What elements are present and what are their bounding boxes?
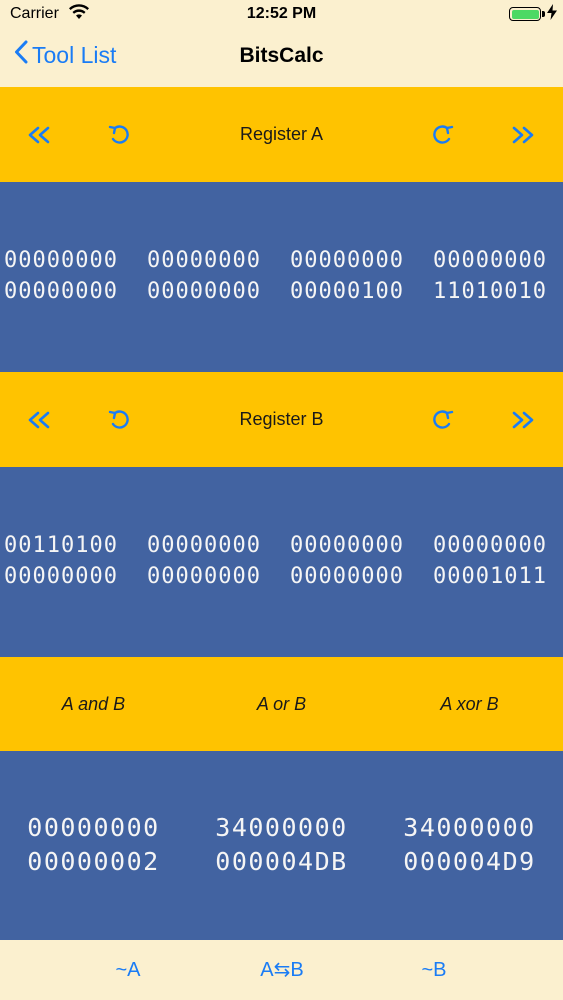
results-row-1: 00000000 34000000 34000000 <box>0 813 563 847</box>
not-b-button[interactable]: ~B <box>374 940 494 1000</box>
register-b-row-1: 00110100 00000000 00000000 00000000 <box>0 533 563 563</box>
register-b-row-2: 00000000 00000000 00000000 00001011 <box>0 564 563 594</box>
operations-header: A and B A or B A xor B <box>0 657 563 751</box>
xor-result-low: 000004D9 <box>403 847 536 876</box>
register-b-byte[interactable]: 00000000 <box>290 533 404 558</box>
and-result-low: 00000002 <box>27 847 160 876</box>
register-a-rotate-right-button[interactable] <box>414 87 470 182</box>
register-b-byte[interactable]: 00000000 <box>147 564 261 589</box>
register-a-byte[interactable]: 00000000 <box>4 248 118 273</box>
register-b-title: Register B <box>239 409 324 429</box>
register-a-title: Register A <box>239 124 324 144</box>
or-result-low: 000004DB <box>215 847 348 876</box>
register-b-byte[interactable]: 00000000 <box>433 533 547 558</box>
double-chevron-right-icon <box>512 411 534 428</box>
double-chevron-right-icon <box>512 126 534 143</box>
register-a-byte[interactable]: 00000000 <box>433 248 547 273</box>
register-b-byte[interactable]: 00000000 <box>290 564 404 589</box>
register-a-row-2: 00000000 00000000 00000100 11010010 <box>0 279 563 309</box>
and-result-high: 00000000 <box>27 813 160 842</box>
navigation-bar: Tool List BitsCalc <box>0 30 563 86</box>
register-a-byte[interactable]: 00000000 <box>147 248 261 273</box>
bottom-toolbar: ~A A⇆B ~B <box>0 940 563 1000</box>
swap-button[interactable]: A⇆B <box>222 940 342 1000</box>
or-operation-label[interactable]: A or B <box>188 657 375 751</box>
register-a-bits-panel[interactable]: 00000000 00000000 00000000 00000000 0000… <box>0 182 563 372</box>
register-b-byte[interactable]: 00000000 <box>4 564 118 589</box>
or-result-high: 34000000 <box>215 813 348 842</box>
register-a-shift-right-button[interactable] <box>494 87 550 182</box>
register-a-byte[interactable]: 00000000 <box>4 279 118 304</box>
register-b-header: Register B <box>0 372 563 467</box>
results-panel: 00000000 34000000 34000000 00000002 0000… <box>0 751 563 940</box>
register-b-rotate-right-button[interactable] <box>414 372 470 467</box>
register-a-byte[interactable]: 00000000 <box>147 279 261 304</box>
register-b-byte[interactable]: 00000000 <box>147 533 261 558</box>
status-bar: Carrier 12:52 PM <box>0 0 563 30</box>
charging-icon <box>547 4 557 24</box>
register-a-header: Register A <box>0 87 563 182</box>
clock: 12:52 PM <box>246 5 317 22</box>
register-a-byte[interactable]: 00000000 <box>290 248 404 273</box>
register-b-byte[interactable]: 00110100 <box>4 533 118 558</box>
xor-operation-label[interactable]: A xor B <box>376 657 563 751</box>
not-a-button[interactable]: ~A <box>68 940 188 1000</box>
results-row-2: 00000002 000004DB 000004D9 <box>0 847 563 881</box>
xor-result-high: 34000000 <box>403 813 536 842</box>
rotate-right-icon <box>433 124 454 144</box>
battery-icon <box>509 7 541 21</box>
register-b-byte[interactable]: 00001011 <box>433 564 547 589</box>
rotate-right-icon <box>433 409 454 429</box>
register-b-bits-panel[interactable]: 00110100 00000000 00000000 00000000 0000… <box>0 467 563 657</box>
and-operation-label[interactable]: A and B <box>0 657 187 751</box>
register-a-byte[interactable]: 11010010 <box>433 279 547 304</box>
page-title: BitsCalc <box>239 44 324 67</box>
register-a-byte[interactable]: 00000100 <box>290 279 404 304</box>
register-a-row-1: 00000000 00000000 00000000 00000000 <box>0 248 563 278</box>
register-b-shift-right-button[interactable] <box>494 372 550 467</box>
